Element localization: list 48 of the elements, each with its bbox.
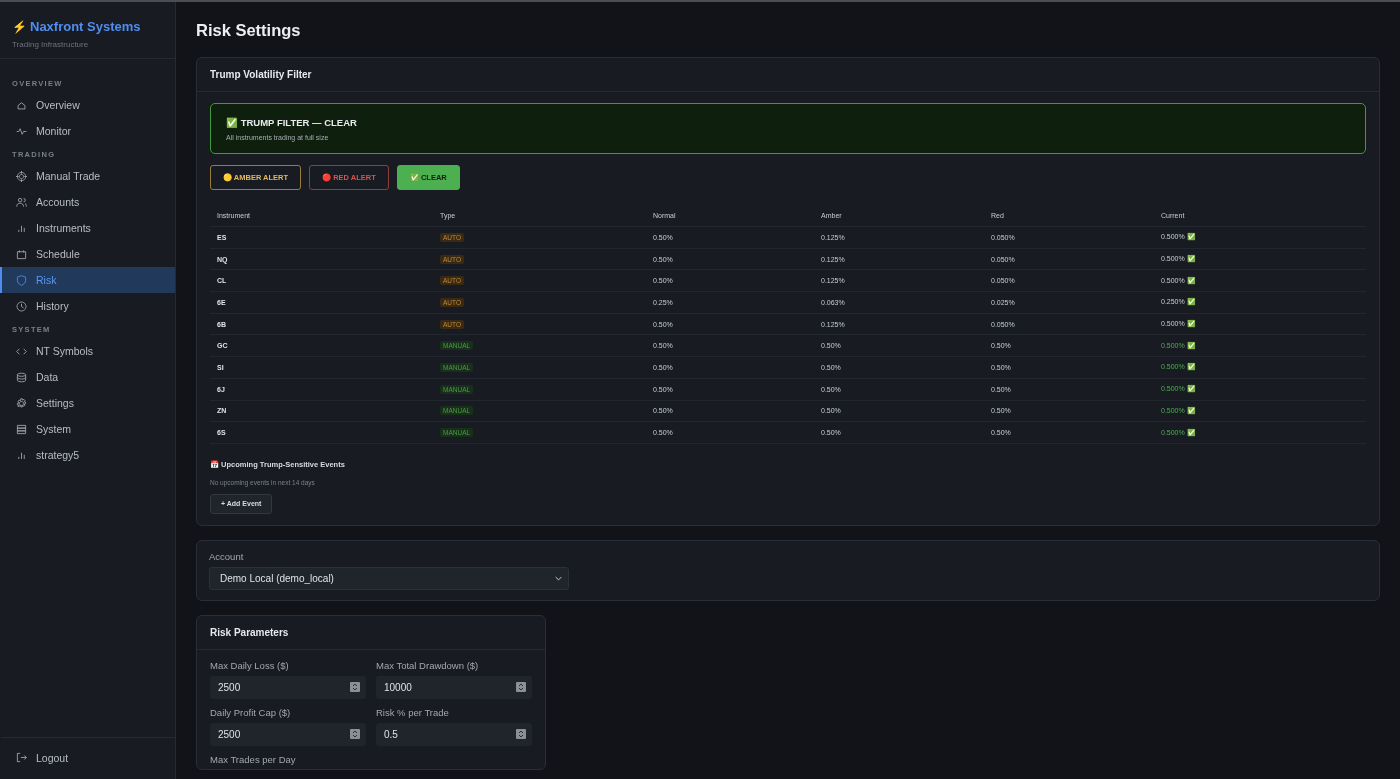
nav-icon: [16, 300, 27, 312]
nav-icon: [16, 99, 27, 111]
nav-icon: [16, 423, 27, 435]
logout-link[interactable]: Logout: [0, 737, 175, 777]
page-title: Risk Settings: [196, 21, 301, 40]
nav-icon: [16, 248, 27, 260]
field-label: Max Total Drawdown ($): [376, 659, 480, 671]
nav-icon: [16, 371, 27, 383]
spinner-icon: [516, 682, 526, 693]
nav-item[interactable]: Accounts: [0, 189, 175, 215]
spinner-icon: [350, 682, 360, 693]
number-input[interactable]: 2500: [210, 722, 366, 746]
nav-icon: [16, 196, 27, 208]
card-title: Trump Volatility Filter: [210, 69, 312, 80]
field-label: Max Daily Loss ($): [210, 659, 290, 671]
nav-item[interactable]: Risk: [0, 267, 175, 293]
field-label: Max Trades per Day: [210, 753, 297, 765]
nav-icon: [16, 397, 27, 409]
number-input[interactable]: 2500: [210, 675, 366, 699]
nav-icon: [16, 170, 27, 182]
spinner-icon: [350, 729, 360, 740]
field-label: Daily Profit Cap ($): [210, 706, 292, 718]
field-label: Risk % per Trade: [376, 706, 450, 718]
spinner-icon: [516, 729, 526, 740]
nav-item[interactable]: strategy5: [0, 442, 175, 468]
number-input[interactable]: 10000: [376, 675, 532, 699]
logout-icon: [16, 752, 27, 763]
field-label: Account: [209, 550, 245, 562]
nav-icon: [16, 125, 27, 137]
card-title: Risk Parameters: [210, 626, 289, 638]
nav-item[interactable]: System: [0, 416, 175, 442]
nav-item[interactable]: Instruments: [0, 215, 175, 241]
bolt-icon: ⚡: [12, 19, 27, 34]
caret-icon: [555, 575, 562, 581]
brand-name: Naxfront Systems: [30, 19, 141, 34]
brand-tagline: Trading Infrastructure: [12, 40, 90, 49]
nav-item[interactable]: NT Symbols: [0, 338, 175, 364]
nav-item[interactable]: Settings: [0, 390, 175, 416]
account-select[interactable]: Demo Local (demo_local): [209, 566, 569, 590]
nav-item[interactable]: Manual Trade: [0, 163, 175, 189]
nav-item[interactable]: Schedule: [0, 241, 175, 267]
number-input[interactable]: 0.5: [376, 722, 532, 746]
nav-icon: [16, 274, 27, 286]
nav-item[interactable]: History: [0, 293, 175, 319]
status-heading: ✅ TRUMP FILTER — CLEAR: [226, 117, 358, 128]
nav-item[interactable]: Data: [0, 364, 175, 390]
nav-item[interactable]: Overview: [0, 92, 175, 118]
nav-item[interactable]: Monitor: [0, 118, 175, 144]
